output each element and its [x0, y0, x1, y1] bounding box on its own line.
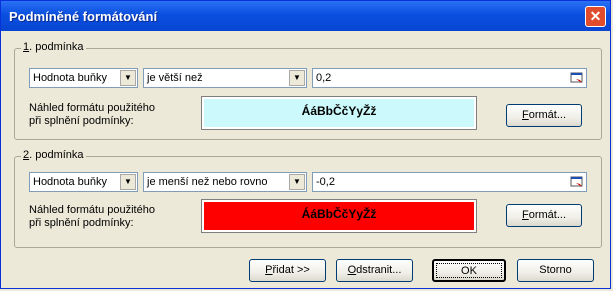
- chevron-down-icon[interactable]: ▼: [120, 174, 136, 190]
- condition-2-value-text: -0,2: [316, 176, 335, 188]
- chevron-down-icon[interactable]: ▼: [289, 174, 305, 190]
- condition-1-value-input[interactable]: 0,2: [312, 68, 587, 88]
- focus-rect: [436, 263, 502, 278]
- condition-1-type-select[interactable]: Hodnota buňky ▼: [29, 68, 138, 88]
- condition-2-label: 2. podmínka: [21, 149, 86, 161]
- chevron-down-icon[interactable]: ▼: [120, 70, 136, 86]
- condition-1-value-text: 0,2: [316, 72, 332, 84]
- condition-2-operator-select[interactable]: je menší než nebo rovno ▼: [143, 172, 307, 192]
- condition-2-value-input[interactable]: -0,2: [312, 172, 587, 192]
- condition-2-preview-label: Náhled formátu použitého při splnění pod…: [29, 204, 155, 229]
- condition-2-group: 2. podmínka Hodnota buňky ▼ je menší než…: [14, 149, 602, 248]
- condition-1-preview-label: Náhled formátu použitého při splnění pod…: [29, 102, 155, 127]
- close-icon: ✕: [589, 8, 602, 24]
- condition-1-group: 1. podmínka Hodnota buňky ▼ je větší než…: [14, 41, 602, 140]
- condition-2-type-value: Hodnota buňky: [33, 176, 107, 188]
- condition-2-type-select[interactable]: Hodnota buňky ▼: [29, 172, 138, 192]
- remove-button[interactable]: Odstranit...: [336, 259, 413, 282]
- condition-2-preview-sample: ÁáBbČčYyŽž: [204, 202, 474, 230]
- cancel-label: Storno: [539, 264, 572, 276]
- collapse-dialog-icon[interactable]: [570, 71, 584, 85]
- conditional-formatting-dialog: Podmíněné formátování ✕ 1. podmínka Hodn…: [0, 0, 611, 289]
- ok-button[interactable]: OK: [432, 259, 506, 282]
- title-bar[interactable]: Podmíněné formátování ✕: [1, 1, 610, 31]
- condition-2-preview: ÁáBbČčYyŽž: [201, 199, 477, 233]
- condition-1-label: 1. podmínka: [21, 41, 86, 53]
- close-button[interactable]: ✕: [585, 6, 606, 27]
- cancel-button[interactable]: Storno: [517, 259, 594, 282]
- add-button[interactable]: Přidat >>: [249, 259, 326, 282]
- condition-1-preview: ÁáBbČčYyŽž: [201, 96, 477, 130]
- condition-1-type-value: Hodnota buňky: [33, 72, 107, 84]
- window-title: Podmíněné formátování: [9, 9, 158, 24]
- collapse-dialog-icon[interactable]: [570, 175, 584, 189]
- condition-1-operator-select[interactable]: je větší než ▼: [143, 68, 307, 88]
- condition-1-operator-value: je větší než: [147, 72, 203, 84]
- chevron-down-icon[interactable]: ▼: [289, 70, 305, 86]
- condition-2-operator-value: je menší než nebo rovno: [147, 176, 268, 188]
- condition-1-format-button[interactable]: Formát...: [506, 104, 582, 127]
- condition-1-preview-sample: ÁáBbČčYyŽž: [204, 99, 474, 127]
- condition-2-format-button[interactable]: Formát...: [506, 204, 582, 227]
